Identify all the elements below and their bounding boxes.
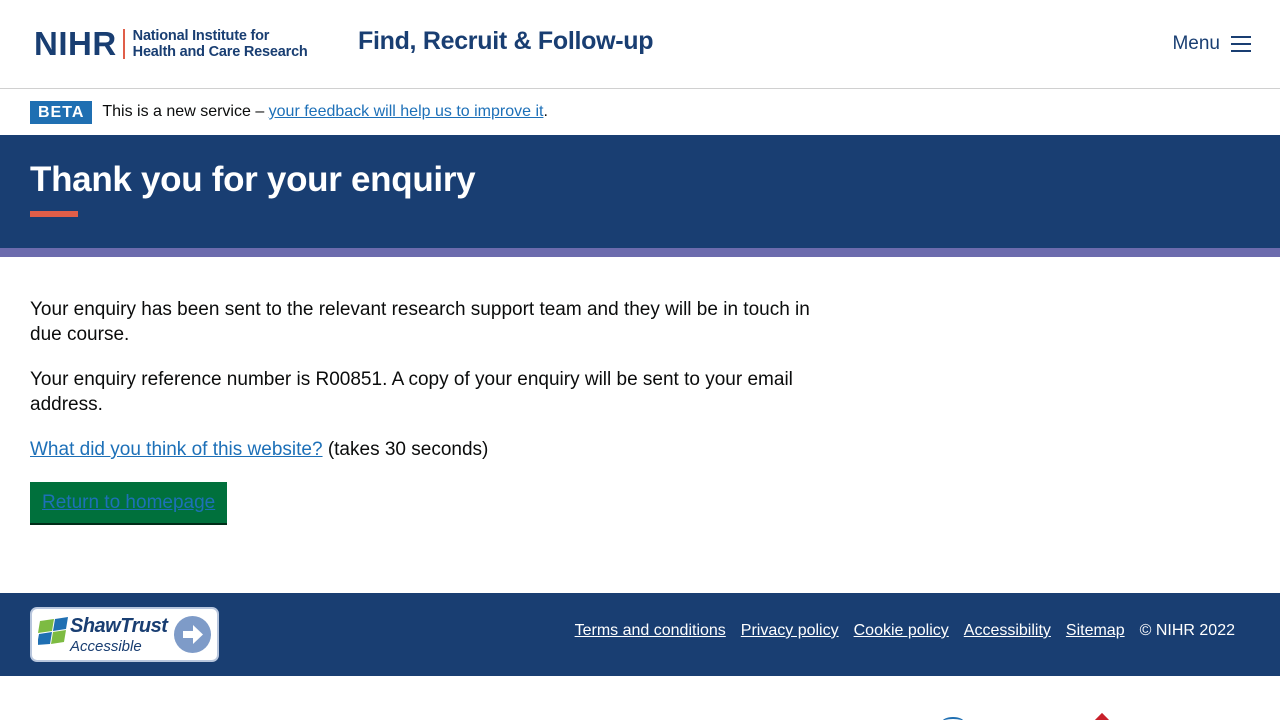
logo-divider [122, 28, 125, 59]
menu-button[interactable]: Menu [1172, 33, 1251, 55]
beta-suffix: . [543, 103, 548, 120]
below-footer-area [0, 676, 1280, 720]
arrow-right-icon [174, 616, 211, 653]
beta-text: This is a new service – your feedback wi… [102, 103, 548, 121]
page-hero: Thank you for your enquiry [0, 135, 1280, 248]
site-footer: ShawTrust Accessible Terms and condition… [0, 593, 1280, 676]
footer-link-sitemap[interactable]: Sitemap [1066, 622, 1125, 640]
badge-subtitle: Accessible [70, 638, 142, 655]
footer-link-cookies[interactable]: Cookie policy [854, 622, 949, 640]
survey-line: What did you think of this website? (tak… [30, 437, 810, 462]
confirmation-message: Your enquiry has been sent to the releva… [30, 299, 810, 345]
nihr-logo-mark: NIHR [34, 25, 117, 62]
survey-suffix: (takes 30 seconds) [322, 439, 489, 460]
footer-link-accessibility[interactable]: Accessibility [964, 622, 1051, 640]
hero-stripe [0, 248, 1280, 257]
footer-link-terms[interactable]: Terms and conditions [575, 622, 726, 640]
menu-label: Menu [1172, 33, 1220, 54]
nihr-logo-link[interactable]: NIHR National Institute for Health and C… [34, 27, 308, 60]
feedback-link[interactable]: your feedback will help us to improve it [269, 103, 544, 120]
logo-line-2: Health and Care Research [132, 43, 308, 60]
main-content: Your enquiry has been sent to the releva… [30, 297, 810, 523]
beta-tag: BETA [30, 100, 93, 124]
copyright: © NIHR 2022 [1139, 622, 1235, 639]
nihr-logo-text: National Institute for Health and Care R… [133, 28, 308, 60]
beta-banner: BETA This is a new service – your feedba… [0, 89, 1280, 135]
beta-message: This is a new service – [102, 103, 269, 120]
reference-message: Your enquiry reference number is R00851.… [30, 369, 793, 415]
badge-title: ShawTrust [70, 615, 168, 637]
return-to-homepage-button[interactable]: Return to homepage [30, 482, 228, 523]
footer-nav: Terms and conditions Privacy policy Cook… [575, 622, 1235, 640]
shaw-trust-logo-icon [38, 617, 68, 645]
page-title: Thank you for your enquiry [30, 160, 476, 199]
survey-link[interactable]: What did you think of this website? [30, 439, 323, 460]
site-header: NIHR National Institute for Health and C… [0, 0, 1280, 89]
title-underline [30, 211, 78, 217]
shaw-trust-badge[interactable]: ShawTrust Accessible [30, 607, 219, 662]
hamburger-icon [1231, 36, 1251, 52]
footer-link-privacy[interactable]: Privacy policy [741, 622, 839, 640]
service-name-link[interactable]: Find, Recruit & Follow-up [358, 27, 654, 56]
logo-line-1: National Institute for [132, 27, 270, 44]
